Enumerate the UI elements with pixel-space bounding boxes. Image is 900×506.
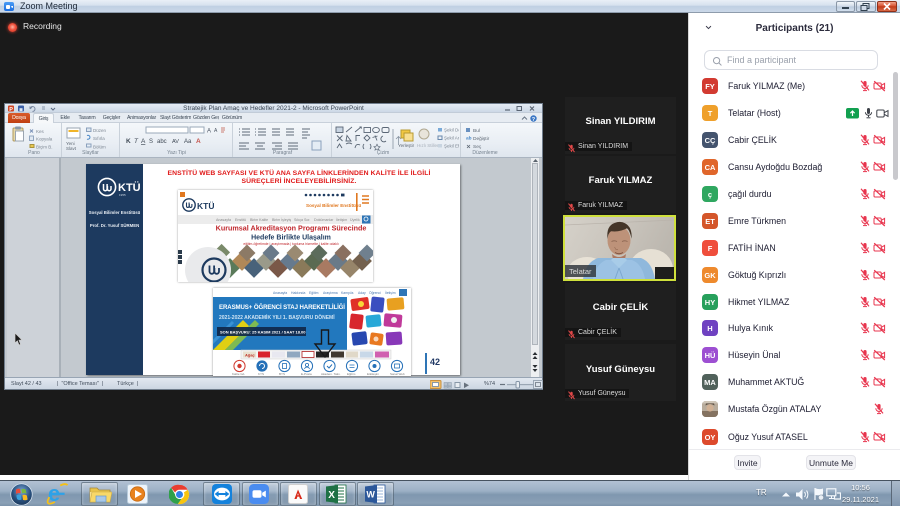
svg-text:A: A <box>196 138 201 145</box>
svg-text:Öğrenci: Öğrenci <box>369 291 381 295</box>
svg-text:Ağaç: Ağaç <box>245 353 256 358</box>
svg-text:ab: ab <box>466 136 472 142</box>
svg-text:Bölüm: Bölüm <box>93 145 106 150</box>
svg-text:Araştırma: Araştırma <box>323 291 338 295</box>
svg-text:Kes: Kes <box>36 129 45 134</box>
svg-text:Sanal Web: Sanal Web <box>390 372 405 376</box>
svg-text:Dokümanlar: Dokümanlar <box>314 218 334 222</box>
svg-text:Birim Kalite: Birim Kalite <box>250 218 268 222</box>
svg-text:A: A <box>141 138 146 145</box>
svg-text:Hakkında: Hakkında <box>291 291 305 295</box>
svg-text:S: S <box>149 139 153 145</box>
svg-text:T: T <box>134 138 139 145</box>
svg-text:Eğitim: Eğitim <box>347 372 356 376</box>
svg-text:2021-2022 AKADEMİK YILI 1. BAŞ: 2021-2022 AKADEMİK YILI 1. BAŞVURU DÖNEM… <box>219 314 335 321</box>
svg-text:Şekil Doldurması: Şekil Doldurması <box>444 128 459 133</box>
svg-text:Birim İşleyiş: Birim İşleyiş <box>272 217 291 222</box>
svg-text:Yerleştir: Yerleştir <box>398 143 415 148</box>
svg-text:A: A <box>214 128 218 134</box>
svg-text:Aa: Aa <box>184 139 192 145</box>
svg-text:ERASMUS+ ÖĞRENCİ STAJ HAREKETL: ERASMUS+ ÖĞRENCİ STAJ HAREKETLİLİĞİ <box>219 303 345 311</box>
svg-text:İletişim: İletişim <box>336 217 347 222</box>
svg-text:Sosyal Bilimler Enstitüsü: Sosyal Bilimler Enstitüsü <box>306 203 361 208</box>
svg-text:X: X <box>328 490 335 501</box>
svg-text:BYS: BYS <box>279 372 285 376</box>
svg-text:Akadem. Takv.: Akadem. Takv. <box>321 372 341 376</box>
svg-text:K: K <box>126 138 131 145</box>
svg-text:W: W <box>366 490 375 500</box>
svg-text:Şekil Anahattı: Şekil Anahattı <box>444 136 459 141</box>
svg-text:Enstitü: Enstitü <box>235 218 246 222</box>
svg-text:KYS: KYS <box>258 372 264 376</box>
svg-text:Kurumsal Akreditasyon Programı: Kurumsal Akreditasyon Programı Sürecinde <box>216 224 367 233</box>
svg-text:Sıfırla: Sıfırla <box>93 136 105 141</box>
svg-text:Etkileşim: Etkileşim <box>367 372 380 376</box>
svg-text:Sıkça Sor.: Sıkça Sor. <box>294 218 310 222</box>
svg-text:AV: AV <box>172 139 179 145</box>
svg-text:Düzen: Düzen <box>93 128 107 133</box>
svg-text:SON BAŞVURU: 25 KASIM 2021 / S: SON BAŞVURU: 25 KASIM 2021 / SAAT 18.00 <box>220 330 306 335</box>
svg-text:1955: 1955 <box>119 193 126 197</box>
svg-text:Eğitim: Eğitim <box>309 291 319 295</box>
svg-text:Bul: Bul <box>473 128 480 134</box>
svg-text:abc: abc <box>157 139 167 145</box>
svg-text:A: A <box>207 129 211 135</box>
svg-text:Üyelik: Üyelik <box>350 218 360 222</box>
svg-text:KTÜ: KTÜ <box>197 201 214 211</box>
svg-text:Anasayfa: Anasayfa <box>273 291 287 295</box>
svg-text:eğitim-öğretimde | araştırmada: eğitim-öğretimde | araştırmada | topluma… <box>243 242 338 246</box>
svg-text:Anasayfa: Anasayfa <box>216 218 231 222</box>
svg-text:Şekil Efektleri: Şekil Efektleri <box>444 144 459 149</box>
svg-text:Kopyala: Kopyala <box>36 137 53 142</box>
svg-text:Aday: Aday <box>358 291 366 295</box>
svg-text:Kalite Gö.: Kalite Gö. <box>232 372 245 376</box>
svg-text:Biçim B.: Biçim B. <box>36 145 53 150</box>
svg-text:E-Posta: E-Posta <box>301 372 312 376</box>
svg-text:Değiştir: Değiştir <box>473 136 490 142</box>
svg-text:Hızlı Stiller: Hızlı Stiller <box>417 143 439 148</box>
svg-text:İletişim: İletişim <box>385 290 396 295</box>
svg-text:Kampüs: Kampüs <box>341 291 354 295</box>
svg-text:Hedefe Birlikte Ulaşalım: Hedefe Birlikte Ulaşalım <box>251 235 331 242</box>
